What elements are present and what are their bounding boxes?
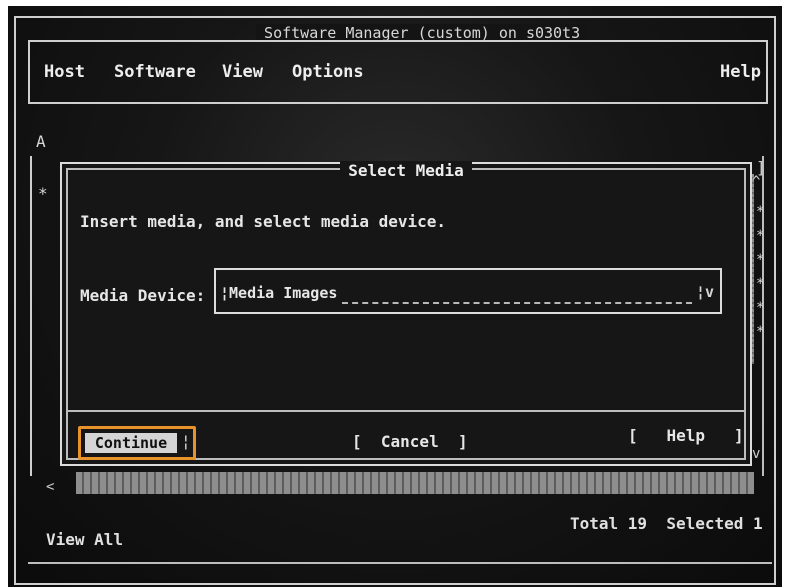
button-row-divider [68, 410, 744, 412]
menu-options[interactable]: Options [292, 62, 364, 82]
menu-software[interactable]: Software [114, 62, 196, 82]
media-device-select[interactable]: ¦Media Images ¦v [214, 268, 722, 314]
background-label-a: A [36, 132, 46, 151]
scroll-up-arrow-icon[interactable]: ^ [752, 174, 760, 190]
continue-button-cursor: ¦ [181, 432, 191, 451]
scroll-down-arrow-icon[interactable]: v [752, 446, 760, 462]
menu-bar: Host Software View Options Help [28, 40, 768, 104]
selection-summary: Total 19 Selected 1 [570, 514, 763, 533]
media-device-label: Media Device: [80, 286, 206, 305]
dialog-title: Select Media [340, 161, 472, 180]
menu-view[interactable]: View [222, 62, 263, 82]
help-button[interactable]: [ Help ] [628, 426, 744, 445]
media-device-value: ¦Media Images [220, 284, 338, 302]
horizontal-scrollbar[interactable] [76, 472, 754, 494]
scroll-left-arrow-icon[interactable]: < [46, 479, 54, 495]
menu-help[interactable]: Help [720, 62, 761, 82]
dropdown-arrow-icon[interactable]: ¦v [696, 283, 714, 301]
continue-button[interactable]: Continue ¦ [78, 426, 196, 460]
cancel-button[interactable]: [ Cancel ] [352, 432, 468, 451]
continue-button-label: Continue [85, 433, 177, 453]
field-fill-line [342, 302, 692, 304]
select-media-dialog: Select Media Insert media, and select me… [60, 161, 752, 466]
dialog-instruction: Insert media, and select media device. [80, 212, 447, 231]
selection-marks: * * * * * * [756, 204, 765, 340]
menu-host[interactable]: Host [44, 62, 85, 82]
view-filter-label: View All [46, 530, 124, 549]
bottom-divider [28, 562, 772, 564]
terminal-screen: Software Manager (custom) on s030t3 Host… [8, 6, 782, 587]
dialog-title-row: Select Media [62, 161, 750, 183]
